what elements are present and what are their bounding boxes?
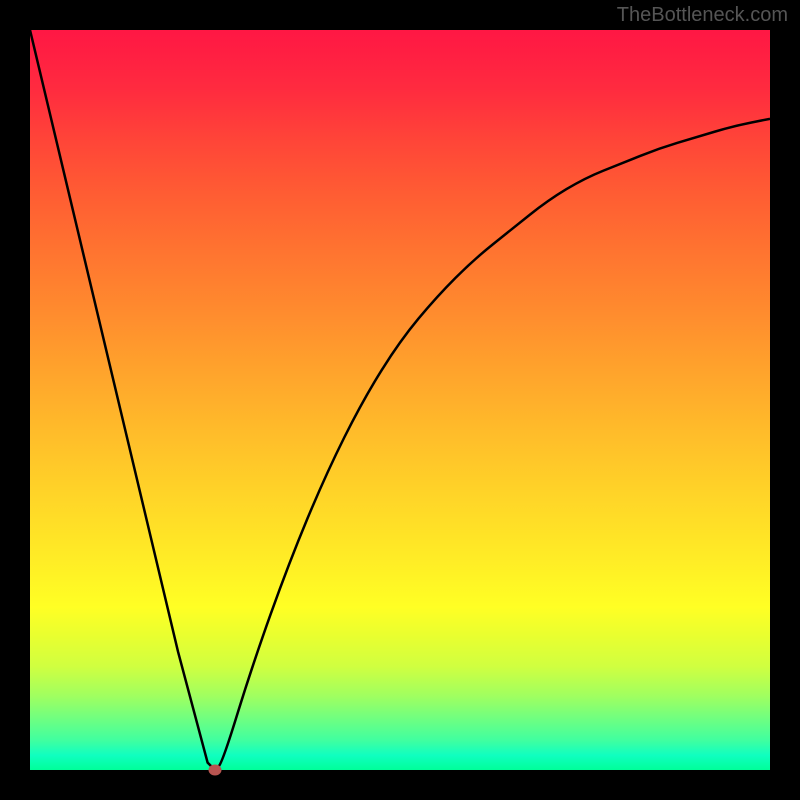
chart-area <box>30 30 770 770</box>
watermark-text: TheBottleneck.com <box>617 4 788 27</box>
bottleneck-curve-path <box>30 30 770 770</box>
optimal-point-marker <box>209 765 222 776</box>
curve-svg <box>30 30 770 770</box>
